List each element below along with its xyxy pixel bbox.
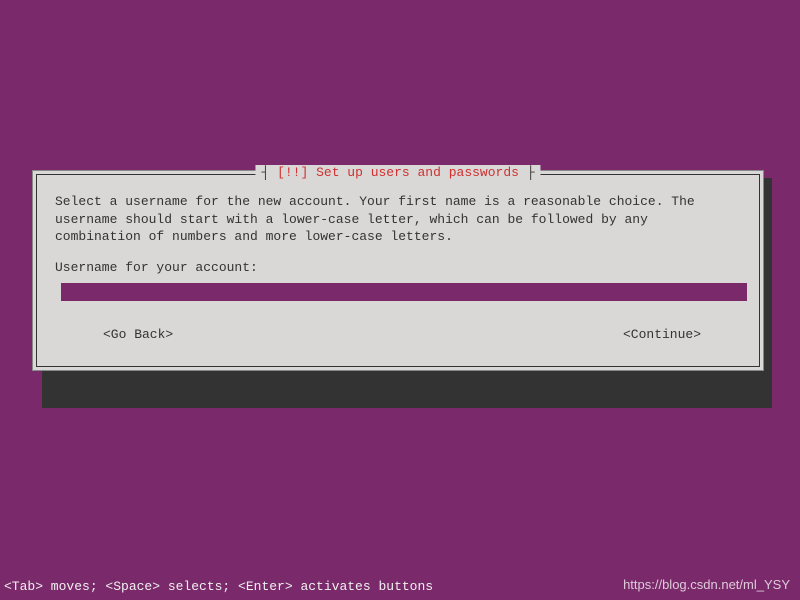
dialog-title: ┤ [!!] Set up users and passwords ├ <box>255 165 540 180</box>
title-text: Set up users and passwords <box>308 165 519 180</box>
username-prompt: Username for your account: <box>55 260 741 275</box>
watermark-text: https://blog.csdn.net/ml_YSY <box>623 577 790 592</box>
title-bracket-left: ┤ <box>261 165 277 180</box>
help-hint: <Tab> moves; <Space> selects; <Enter> ac… <box>4 579 433 594</box>
continue-button[interactable]: <Continue> <box>623 327 701 342</box>
button-row: <Go Back> <Continue> <box>55 327 741 342</box>
dialog-border: ┤ [!!] Set up users and passwords ├ Sele… <box>36 174 760 367</box>
go-back-button[interactable]: <Go Back> <box>103 327 173 342</box>
title-bracket-right: ├ <box>519 165 535 180</box>
setup-dialog: ┤ [!!] Set up users and passwords ├ Sele… <box>32 170 764 371</box>
username-input[interactable] <box>61 283 747 301</box>
title-priority-tag: [!!] <box>277 165 308 180</box>
dialog-description: Select a username for the new account. Y… <box>55 193 741 246</box>
